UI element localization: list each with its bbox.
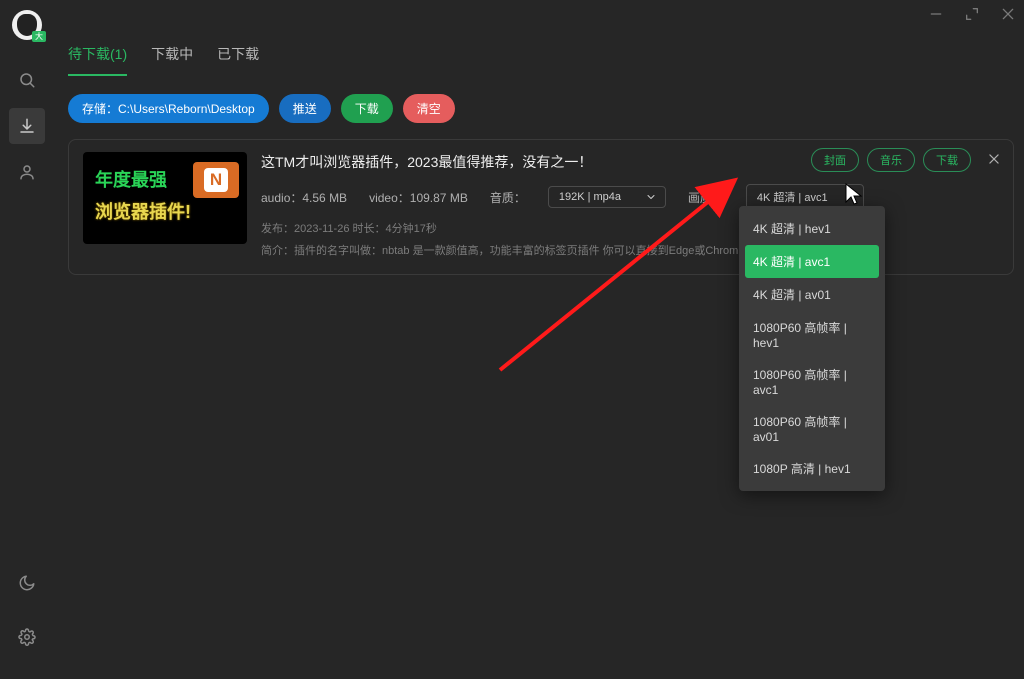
video-quality-dropdown[interactable]: 4K 超清 | hev14K 超清 | avc14K 超清 | av011080… (739, 206, 885, 491)
tabs: 待下载(1) 下载中 已下载 (68, 44, 1014, 76)
tab-downloaded[interactable]: 已下载 (217, 44, 259, 76)
cover-button[interactable]: 封面 (811, 148, 859, 172)
moon-icon (18, 574, 36, 592)
audio-quality-value: 192K | mp4a (559, 191, 621, 203)
meta-row: audio：4.56 MB video：109.87 MB 音质： 192K |… (261, 184, 999, 210)
sidebar-item-download[interactable] (9, 108, 45, 144)
tab-downloading[interactable]: 下载中 (151, 44, 193, 76)
music-button[interactable]: 音乐 (867, 148, 915, 172)
push-button[interactable]: 推送 (279, 94, 331, 123)
chevron-up-icon (843, 191, 855, 203)
download-icon (18, 117, 36, 135)
action-row: 存储：C:\Users\Reborn\Desktop 推送 下载 清空 (68, 94, 1014, 123)
quality-option[interactable]: 1080P60 高帧率 | avc1 (739, 358, 885, 405)
tab-count: (1) (110, 46, 127, 62)
settings-button[interactable] (9, 619, 45, 655)
chevron-down-icon (645, 191, 657, 203)
publish-info: 发布：2023-11-26 时长：4分钟17秒 (261, 220, 999, 236)
download-button[interactable]: 下载 (923, 148, 971, 172)
close-icon (987, 152, 1001, 166)
user-icon (18, 163, 36, 181)
quality-option[interactable]: 4K 超清 | hev1 (739, 212, 885, 245)
remove-item-button[interactable] (987, 152, 1001, 169)
storage-path-button[interactable]: 存储：C:\Users\Reborn\Desktop (68, 94, 269, 123)
thumb-text-2: 浏览器插件! (95, 198, 191, 224)
tab-label: 待下载 (68, 46, 110, 62)
video-size: 109.87 MB (410, 191, 468, 205)
audio-size: 4.56 MB (302, 191, 347, 205)
quality-option[interactable]: 1080P60 高帧率 | hev1 (739, 311, 885, 358)
audio-quality-select[interactable]: 192K | mp4a (548, 186, 666, 208)
thumb-text-1: 年度最强 (95, 166, 167, 192)
thumb-badge: N (204, 168, 228, 192)
avatar[interactable]: 大 (12, 10, 42, 40)
search-icon (18, 71, 36, 89)
quality-option[interactable]: 4K 超清 | av01 (739, 278, 885, 311)
audio-quality-label: 音质： (490, 189, 526, 206)
video-thumbnail[interactable]: 年度最强 N 浏览器插件! (83, 152, 247, 244)
theme-toggle[interactable] (9, 565, 45, 601)
thumb-badge-bg: N (193, 162, 239, 198)
quality-option[interactable]: 4K 超清 | avc1 (745, 245, 879, 278)
video-quality-value: 4K 超清 | avc1 (757, 189, 828, 205)
tab-pending[interactable]: 待下载(1) (68, 44, 127, 76)
clear-button[interactable]: 清空 (403, 94, 455, 123)
download-all-button[interactable]: 下载 (341, 94, 393, 123)
sidebar-item-search[interactable] (9, 62, 45, 98)
video-quality-label: 画质： (688, 189, 724, 206)
avatar-badge: 大 (32, 31, 46, 42)
card-actions: 封面 音乐 下载 (811, 148, 971, 172)
sidebar: 大 (0, 0, 54, 679)
gear-icon (18, 628, 36, 646)
sidebar-item-user[interactable] (9, 154, 45, 190)
quality-option[interactable]: 1080P 高清 | hev1 (739, 452, 885, 485)
quality-option[interactable]: 1080P60 高帧率 | av01 (739, 405, 885, 452)
